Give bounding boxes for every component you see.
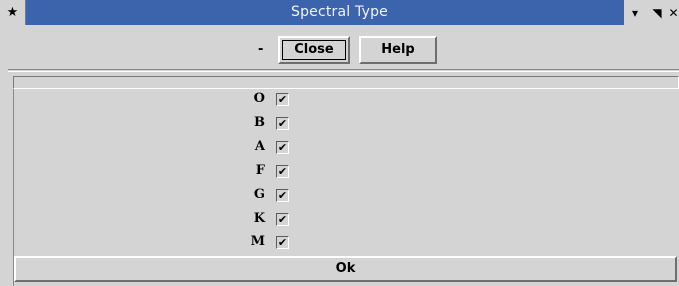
type-row-f: F ✔ [240, 160, 360, 182]
type-label: F [255, 163, 265, 178]
type-checkbox-o[interactable]: ✔ [276, 93, 289, 106]
type-checkbox-m[interactable]: ✔ [276, 236, 289, 249]
type-checkbox-a[interactable]: ✔ [276, 141, 289, 154]
type-label: M [250, 234, 265, 249]
type-label: B [254, 115, 265, 130]
dash-label: - [258, 42, 264, 57]
separator [8, 69, 679, 72]
type-row-k: K ✔ [240, 208, 360, 230]
type-label: G [253, 187, 265, 202]
type-checkbox-k[interactable]: ✔ [276, 213, 289, 226]
type-checkbox-g[interactable]: ✔ [276, 189, 289, 202]
type-row-b: B ✔ [240, 112, 360, 134]
type-row-a: A ✔ [240, 136, 360, 158]
type-row-g: G ✔ [240, 184, 360, 206]
title-bar[interactable]: ★ Spectral Type ▾ ◥ ✕ [0, 0, 679, 25]
type-checkbox-b[interactable]: ✔ [276, 117, 289, 130]
type-row-o: O ✔ [240, 88, 360, 110]
ok-button[interactable]: Ok [14, 256, 677, 282]
window-close-icon[interactable]: ✕ [668, 0, 679, 25]
type-label: O [253, 91, 265, 106]
type-checkbox-f[interactable]: ✔ [276, 165, 289, 178]
type-label: A [254, 139, 265, 154]
type-label: K [253, 211, 265, 226]
help-button[interactable]: Help [359, 36, 437, 64]
close-button[interactable]: Close [278, 36, 350, 64]
shade-icon[interactable]: ◥ [646, 0, 668, 25]
button-row: - Close Help [0, 25, 679, 69]
type-row-m: M ✔ [240, 231, 360, 253]
window-menu-icon[interactable]: ▾ [624, 0, 646, 25]
window-title: Spectral Type [290, 4, 388, 20]
